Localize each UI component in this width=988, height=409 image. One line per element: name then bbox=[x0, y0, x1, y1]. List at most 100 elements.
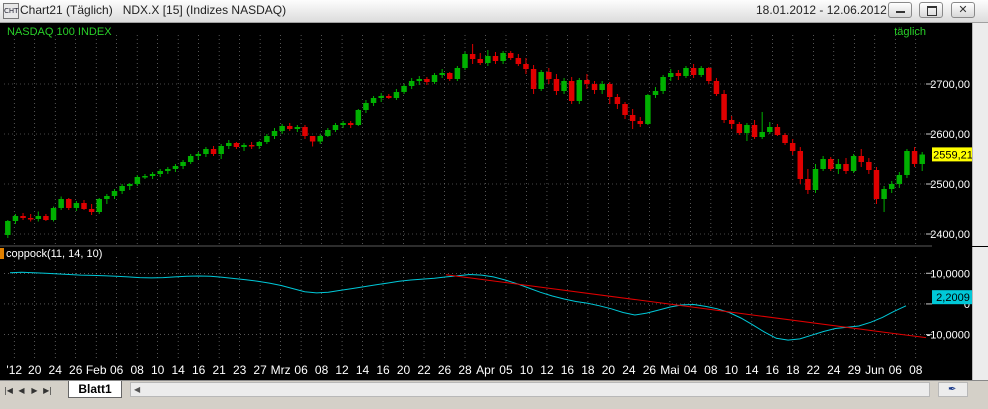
candle-body bbox=[622, 104, 628, 115]
x-tick-label: 18 bbox=[786, 363, 800, 377]
candle-body bbox=[568, 81, 575, 101]
window-titlebar: CHT Chart21 (Täglich) NDX.X [15] (Indize… bbox=[0, 0, 988, 23]
x-tick-label: 24 bbox=[827, 363, 841, 377]
candle-body bbox=[287, 126, 293, 129]
candle-body bbox=[576, 80, 583, 101]
x-tick-label: 20 bbox=[397, 363, 411, 377]
candle-body bbox=[393, 92, 400, 98]
candle-body bbox=[652, 91, 659, 95]
candle-body bbox=[721, 94, 727, 120]
candle-body bbox=[294, 127, 301, 129]
x-tick-label: 16 bbox=[561, 363, 575, 377]
candle-body bbox=[142, 176, 148, 178]
candle-body bbox=[805, 179, 811, 190]
x-tick-label: 14 bbox=[171, 363, 185, 377]
x-tick-label: 14 bbox=[745, 363, 759, 377]
x-tick-label: 06 bbox=[294, 363, 308, 377]
candle-body bbox=[896, 175, 903, 184]
candle-body bbox=[355, 110, 362, 125]
chart-svg[interactable]: NASDAQ 100 INDEX täglich coppock(11, 14,… bbox=[0, 23, 988, 380]
x-tick-label: 20 bbox=[602, 363, 616, 377]
candle-body bbox=[210, 149, 217, 154]
indicator-pane-scrollbar[interactable] bbox=[972, 247, 988, 380]
candle-body bbox=[50, 208, 57, 220]
candle-body bbox=[157, 171, 163, 174]
x-tick-label: 29 bbox=[848, 363, 862, 377]
indicator-tick-label: 10,0000 bbox=[930, 268, 970, 280]
candle-body bbox=[5, 221, 11, 235]
candle-body bbox=[111, 191, 118, 196]
candle-body bbox=[187, 156, 194, 162]
candle-body bbox=[667, 73, 674, 77]
chart-tool-button[interactable]: ✒ bbox=[938, 382, 968, 397]
candle-body bbox=[271, 131, 278, 136]
candle-body bbox=[500, 53, 506, 61]
candle-body bbox=[256, 142, 263, 146]
candle-body bbox=[888, 184, 895, 189]
price-pane-scrollbar[interactable] bbox=[972, 23, 988, 246]
candle-body bbox=[645, 95, 651, 124]
x-tick-label: Jun bbox=[865, 363, 884, 377]
candle-body bbox=[66, 199, 72, 208]
indicator-grid bbox=[4, 257, 926, 361]
x-tick-label: 08 bbox=[130, 363, 144, 377]
x-tick-label: 04 bbox=[684, 363, 698, 377]
first-icon[interactable]: |◀ bbox=[3, 384, 14, 397]
candle-body bbox=[797, 151, 804, 179]
candle-body bbox=[401, 86, 407, 92]
candle-body bbox=[20, 216, 26, 218]
close-icon: ✕ bbox=[958, 3, 968, 16]
candle-body bbox=[485, 56, 491, 63]
close-button[interactable]: ✕ bbox=[951, 2, 975, 18]
candle-body bbox=[820, 159, 826, 169]
next-icon[interactable]: ▶ bbox=[29, 384, 40, 397]
sheet-bar: |◀ ◀ ▶ ▶| Blatt1 ◀ ✒ bbox=[0, 380, 988, 409]
price-chart-period: täglich bbox=[894, 26, 926, 38]
candle-body bbox=[515, 58, 522, 64]
candle-body bbox=[706, 68, 712, 81]
price-tick-label: 2400,00 bbox=[930, 229, 970, 241]
restore-button[interactable] bbox=[919, 2, 943, 18]
candle-body bbox=[12, 216, 19, 221]
candle-body bbox=[218, 146, 224, 154]
horizontal-scrollbar[interactable]: ◀ bbox=[130, 382, 930, 397]
candle-body bbox=[462, 54, 468, 68]
last-icon[interactable]: ▶| bbox=[42, 384, 53, 397]
x-axis-labels: '12 20 24 26 Feb 06 08 10 14 16 21 23 27 Mrz 06 08 12 14 1… bbox=[6, 363, 922, 377]
candle-body bbox=[340, 123, 346, 125]
candle-body bbox=[81, 203, 87, 209]
candle-body bbox=[599, 84, 605, 90]
candle-body bbox=[690, 68, 697, 75]
x-tick-label: 12 bbox=[335, 363, 349, 377]
x-tick-label: 10 bbox=[151, 363, 165, 377]
candle-body bbox=[858, 156, 864, 162]
x-tick-label: 26 bbox=[643, 363, 657, 377]
candle-body bbox=[881, 189, 887, 199]
x-tick-label: 05 bbox=[499, 363, 513, 377]
prev-icon[interactable]: ◀ bbox=[16, 384, 27, 397]
coppock-lines bbox=[9, 271, 927, 341]
price-tick-label: 2500,00 bbox=[930, 179, 970, 191]
x-tick-label: 10 bbox=[520, 363, 534, 377]
x-tick-label: '12 bbox=[6, 363, 22, 377]
minimize-button[interactable] bbox=[888, 2, 912, 18]
candle-body bbox=[614, 97, 621, 104]
candle-body bbox=[919, 154, 925, 164]
indicator-marker bbox=[0, 248, 4, 259]
x-tick-label: Apr bbox=[476, 363, 495, 377]
candle-body bbox=[58, 199, 64, 208]
candle-body bbox=[607, 84, 613, 97]
sheet-tab-blatt1[interactable]: Blatt1 bbox=[68, 381, 122, 398]
scroll-left-icon[interactable]: ◀ bbox=[134, 383, 140, 396]
candle-body bbox=[165, 169, 171, 171]
candle-body bbox=[233, 143, 240, 147]
chart-area[interactable]: NASDAQ 100 INDEX täglich coppock(11, 14,… bbox=[0, 23, 988, 380]
candle-body bbox=[477, 59, 483, 63]
candle-body bbox=[203, 149, 209, 154]
x-tick-label: 23 bbox=[233, 363, 247, 377]
candle-body bbox=[347, 123, 354, 125]
x-tick-label: 20 bbox=[28, 363, 42, 377]
candle-body bbox=[911, 151, 918, 164]
candle-body bbox=[469, 54, 476, 59]
coppock-line bbox=[9, 271, 907, 341]
